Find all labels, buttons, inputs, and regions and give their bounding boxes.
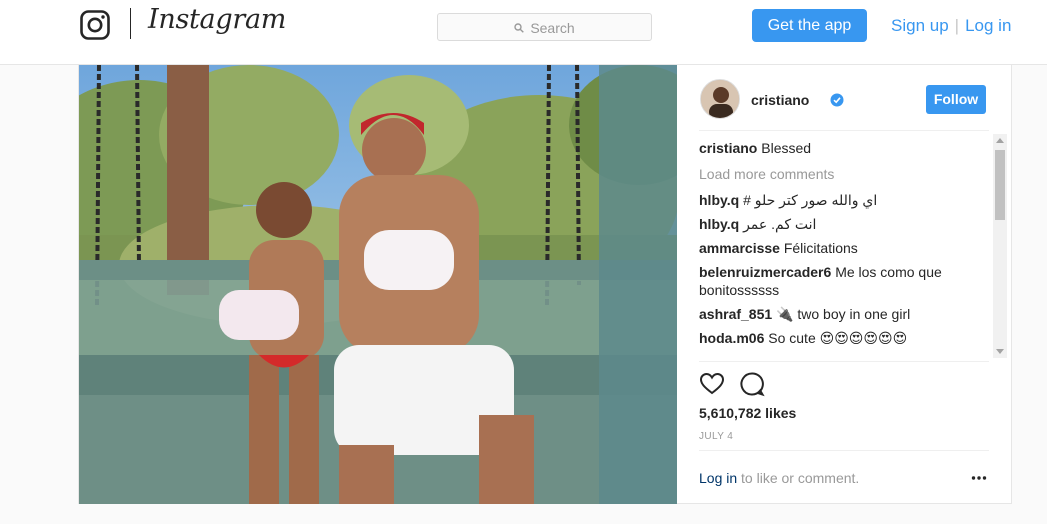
- post-header: cristiano Follow: [699, 71, 989, 131]
- comments-list: cristiano Blessed Load more comments hlb…: [699, 139, 989, 361]
- top-navigation-bar: Instagram Search Get the app Sign up | Log…: [0, 0, 1047, 65]
- search-input[interactable]: Search: [437, 13, 652, 41]
- comment-text: انت كم. عمر: [743, 216, 817, 232]
- comment-text: Blessed: [761, 140, 812, 156]
- log-in-link[interactable]: Log in: [965, 16, 1011, 35]
- post-photo-illustration: [79, 65, 677, 504]
- search-placeholder: Search: [530, 20, 575, 36]
- login-prompt: Log in to like or comment.: [699, 470, 859, 486]
- divider: [699, 361, 989, 362]
- comments-scrollbar[interactable]: [993, 134, 1007, 358]
- sign-up-link[interactable]: Sign up: [891, 16, 949, 35]
- list-item: hoda.m06 So cute 😍😍😍😍😍😍: [699, 329, 984, 347]
- comment-username[interactable]: hlby.q: [699, 192, 739, 208]
- likes-count[interactable]: 5,610,782 likes: [699, 405, 796, 421]
- scroll-down-arrow-icon[interactable]: [996, 349, 1004, 354]
- post-card: cristiano Follow cristiano Blessed Load …: [78, 65, 1012, 504]
- post-username[interactable]: cristiano: [751, 92, 809, 108]
- scrollbar-thumb[interactable]: [995, 150, 1005, 220]
- list-item: ashraf_851 🔌 two boy in one girl: [699, 305, 984, 323]
- comment-username[interactable]: ammarcisse: [699, 240, 780, 256]
- search-icon: [514, 23, 525, 33]
- more-options-icon[interactable]: [971, 475, 987, 481]
- verified-badge-icon: [830, 93, 844, 107]
- follow-button[interactable]: Follow: [926, 85, 986, 114]
- post-sidebar: cristiano Follow cristiano Blessed Load …: [677, 65, 1013, 504]
- comment-text: So cute 😍😍😍😍😍😍: [768, 330, 908, 346]
- comment-bubble-icon[interactable]: [739, 371, 765, 397]
- comment-text: 🔌 two boy in one girl: [776, 306, 911, 322]
- comment-username[interactable]: cristiano: [699, 140, 757, 156]
- post-photo[interactable]: [79, 65, 677, 504]
- caption: cristiano Blessed: [699, 139, 984, 157]
- heart-icon[interactable]: [699, 371, 725, 397]
- footer-login-link[interactable]: Log in: [699, 470, 737, 486]
- post-date[interactable]: JULY 4: [699, 431, 733, 442]
- avatar[interactable]: [700, 79, 740, 119]
- comment-username[interactable]: ashraf_851: [699, 306, 772, 322]
- scroll-up-arrow-icon[interactable]: [996, 138, 1004, 143]
- get-the-app-button[interactable]: Get the app: [752, 9, 867, 42]
- avatar-image: [701, 80, 739, 118]
- comment-username[interactable]: belenruizmercader6: [699, 264, 831, 280]
- auth-separator: |: [954, 16, 960, 35]
- comment-username[interactable]: hlby.q: [699, 216, 739, 232]
- list-item: ammarcisse Félicitations: [699, 239, 984, 257]
- divider: [699, 450, 989, 451]
- camera-icon[interactable]: [80, 10, 110, 40]
- load-more-comments-link[interactable]: Load more comments: [699, 165, 984, 183]
- footer-prompt-text: to like or comment.: [741, 470, 860, 486]
- logo-divider: [130, 8, 131, 39]
- instagram-wordmark[interactable]: Instagram: [148, 4, 286, 35]
- auth-links: Sign up | Log in: [891, 16, 1011, 36]
- list-item: belenruizmercader6 Me los como que bonit…: [699, 263, 984, 299]
- list-item: hlby.q انت كم. عمر: [699, 215, 984, 233]
- comment-username[interactable]: hoda.m06: [699, 330, 764, 346]
- comment-text: Félicitations: [783, 240, 858, 256]
- comment-text: # اي والله صور كتر حلو: [743, 192, 878, 208]
- list-item: hlby.q # اي والله صور كتر حلو: [699, 191, 984, 209]
